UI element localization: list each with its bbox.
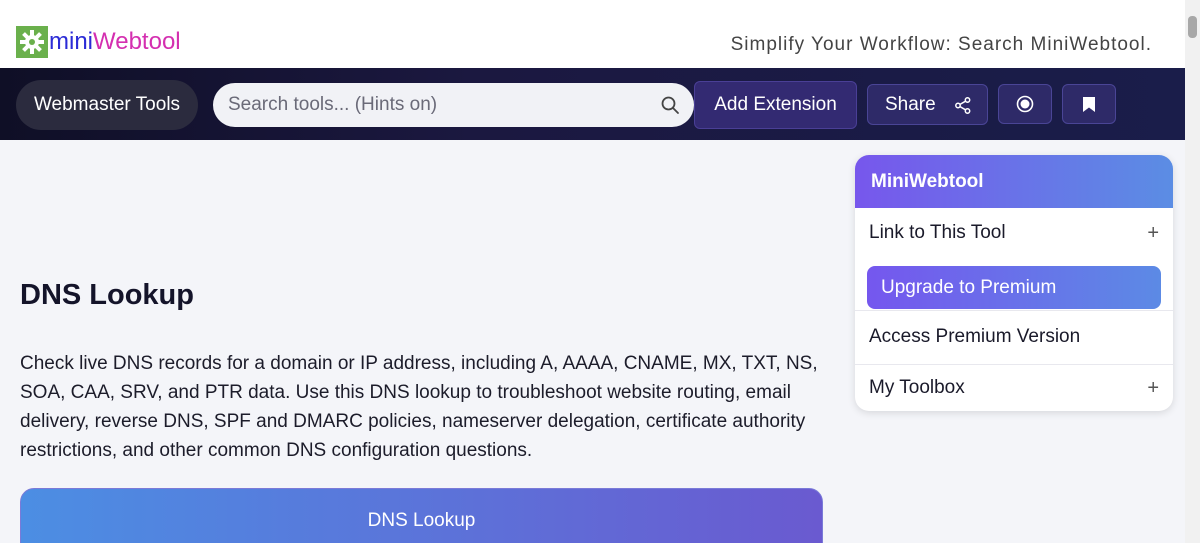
access-premium-item[interactable]: Access Premium Version — [855, 312, 1173, 362]
tool-card: DNS Lookup — [20, 488, 823, 543]
upgrade-premium-button[interactable]: Upgrade to Premium — [867, 266, 1161, 309]
logo-webtool-text: Webtool — [93, 28, 181, 55]
site-tagline: Simplify Your Workflow: Search MiniWebto… — [730, 34, 1152, 55]
logo-mini-text: mini — [49, 28, 94, 55]
top-header: miniWebtool Simplify Your Workflow: Sear… — [0, 0, 1185, 68]
share-icon — [955, 97, 971, 114]
record-icon — [1016, 95, 1034, 113]
panel-title: MiniWebtool — [855, 155, 1173, 208]
search-icon[interactable] — [660, 95, 680, 115]
share-button-label: Share — [885, 93, 936, 115]
link-to-tool-label: Link to This Tool — [869, 222, 1006, 243]
add-extension-button[interactable]: Add Extension — [694, 81, 857, 129]
bookmark-icon — [1083, 96, 1095, 112]
link-to-tool-item[interactable]: Link to This Tool + — [855, 208, 1173, 258]
expand-plus-icon[interactable]: + — [1147, 222, 1159, 245]
expand-plus-icon[interactable]: + — [1147, 377, 1159, 400]
search-input[interactable] — [213, 83, 694, 127]
tool-description: Check live DNS records for a domain or I… — [20, 353, 818, 461]
record-button[interactable] — [998, 84, 1052, 124]
tool-card-title: DNS Lookup — [367, 510, 476, 531]
site-logo[interactable]: miniWebtool — [16, 26, 181, 58]
divider — [855, 310, 1173, 311]
page-title: DNS Lookup — [20, 279, 194, 311]
logo-text: miniWebtool — [49, 26, 181, 58]
webmaster-tools-button[interactable]: Webmaster Tools — [16, 80, 198, 130]
my-toolbox-item[interactable]: My Toolbox + — [855, 363, 1173, 411]
bookmark-button[interactable] — [1062, 84, 1116, 124]
my-toolbox-label: My Toolbox — [869, 377, 965, 398]
scrollbar-thumb[interactable] — [1188, 16, 1197, 38]
access-premium-label: Access Premium Version — [869, 326, 1081, 347]
share-button[interactable]: Share — [867, 84, 988, 125]
search-box — [213, 83, 694, 127]
page-scrollbar[interactable] — [1185, 0, 1200, 543]
nav-bar: Webmaster Tools Add Extension Share — [0, 68, 1185, 140]
miniwebtool-panel: MiniWebtool Link to This Tool + Upgrade … — [855, 155, 1173, 411]
gear-icon — [16, 26, 48, 58]
